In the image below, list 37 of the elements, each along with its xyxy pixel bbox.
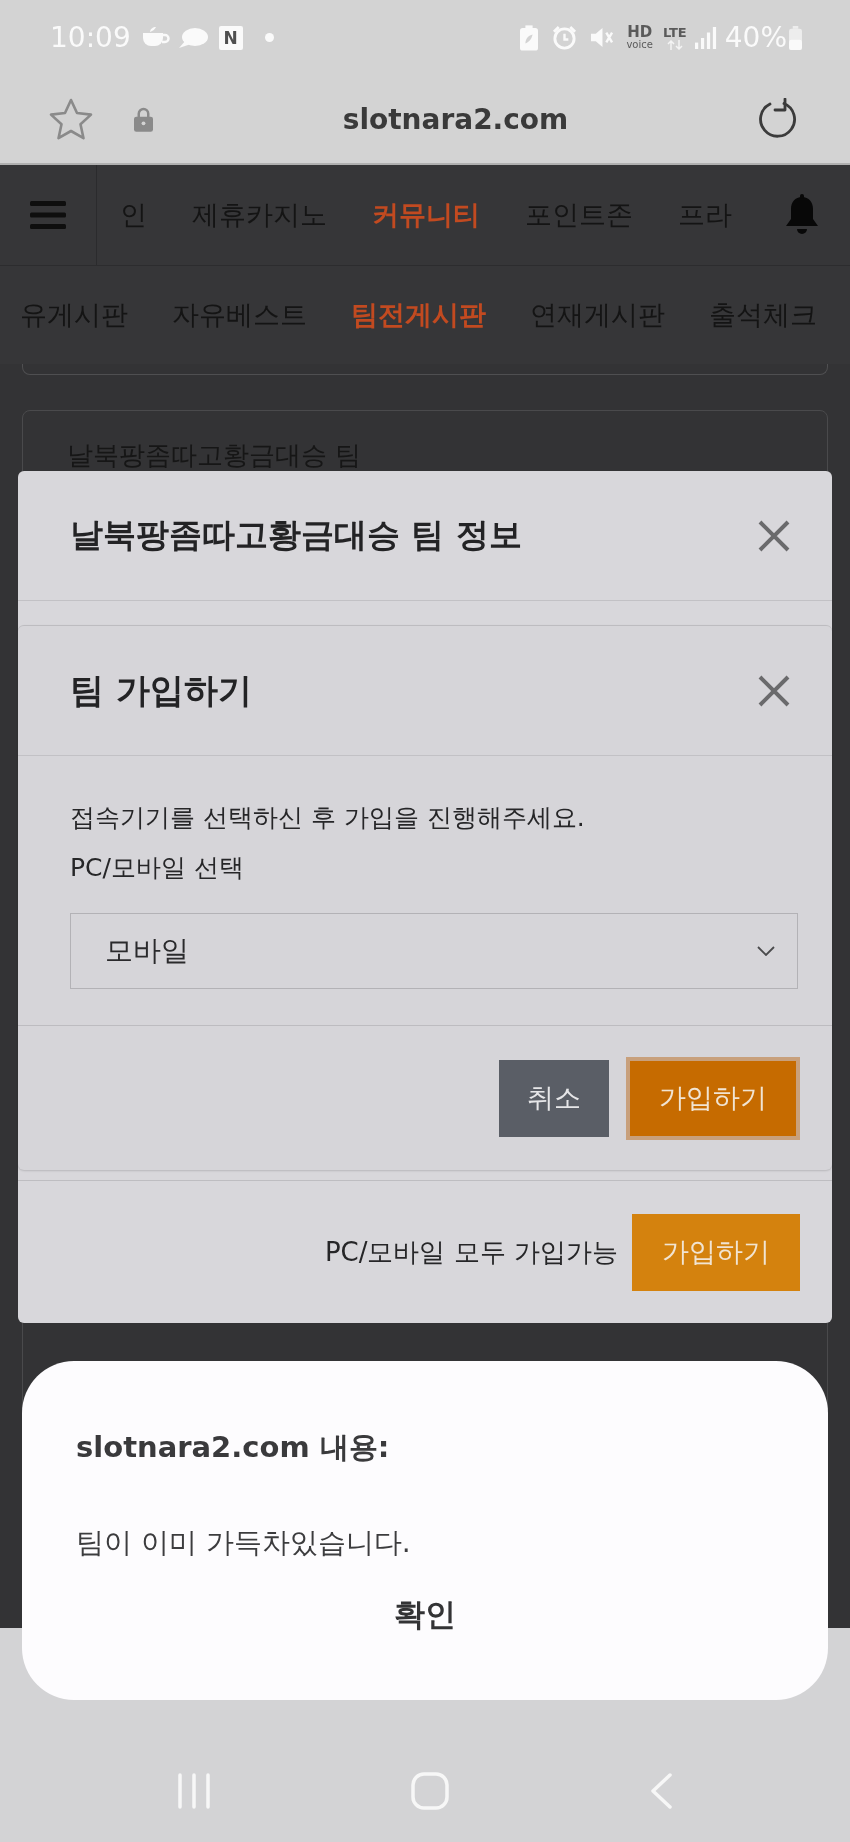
battery-saver-icon [520, 24, 539, 51]
dialog-title: 팀 가입하기 [70, 668, 252, 712]
device-select[interactable]: 모바일 [70, 913, 798, 989]
join-button[interactable]: 가입하기 [632, 1213, 800, 1291]
chevron-down-icon [757, 946, 775, 956]
notification-dot-icon [264, 33, 274, 42]
battery-icon [789, 25, 802, 50]
mute-icon [589, 26, 615, 49]
back-icon[interactable] [649, 1773, 673, 1809]
join-availability-note: PC/모바일 모두 가입가능 [324, 1235, 618, 1269]
network-type-label: LTE [662, 25, 687, 39]
cancel-button[interactable]: 취소 [499, 1059, 609, 1137]
close-icon[interactable] [758, 519, 790, 552]
alert-title: slotnara2.com 내용: [76, 1429, 390, 1466]
join-button[interactable]: 가입하기 [626, 1056, 800, 1140]
app-badge: N [218, 25, 243, 50]
close-icon[interactable] [758, 674, 790, 707]
data-arrows-icon [666, 39, 683, 50]
dialog-title: 날북팡좀따고황금대승 팀 정보 [70, 514, 522, 556]
board-tab[interactable]: 팀전게시판 [351, 297, 486, 333]
chat-bubble-icon [176, 25, 209, 50]
select-label: PC/모바일 선택 [70, 852, 244, 884]
bell-icon[interactable] [784, 194, 820, 236]
lock-icon [134, 106, 153, 132]
instruction-text: 접속기기를 선택하신 후 가입을 진행해주세요. [70, 802, 585, 834]
home-icon[interactable] [411, 1772, 449, 1810]
bookmark-star-icon[interactable] [49, 98, 93, 140]
reload-icon[interactable] [758, 98, 798, 140]
alert-message: 팀이 이미 가득차있습니다. [76, 1525, 411, 1561]
signal-icon [694, 26, 717, 49]
alarm-clock-icon [552, 25, 578, 50]
menu-icon[interactable] [30, 201, 66, 229]
recent-apps-icon[interactable] [177, 1773, 211, 1809]
voice-label: voice [626, 40, 653, 50]
hd-label: HD [627, 25, 653, 40]
ok-button[interactable]: 확인 [388, 1593, 462, 1635]
nav-tab[interactable]: 커뮤니티 [372, 197, 480, 233]
